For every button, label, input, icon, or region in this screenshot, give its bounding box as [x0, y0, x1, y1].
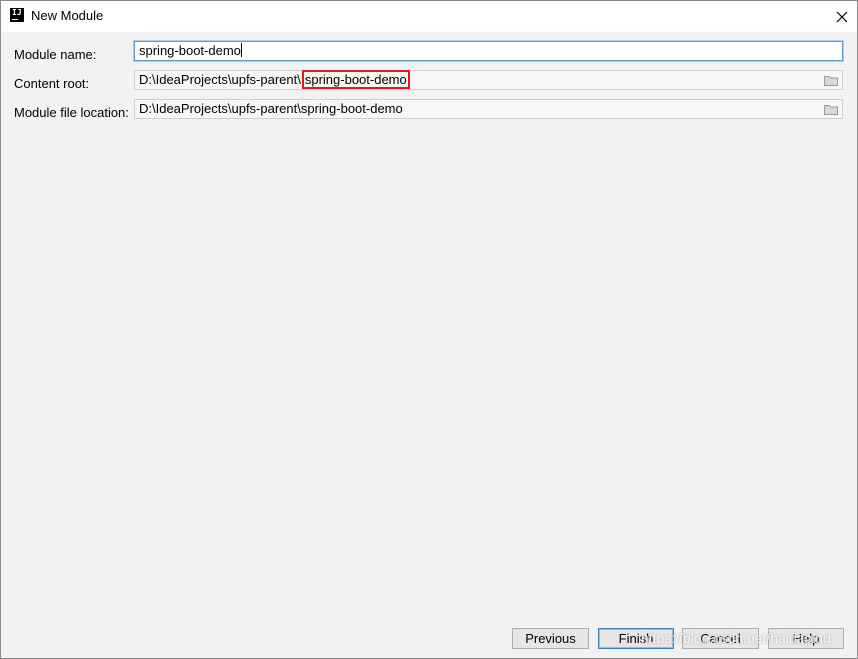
previous-button[interactable]: Previous — [512, 628, 589, 649]
close-icon — [836, 11, 848, 22]
folder-icon[interactable] — [824, 104, 838, 115]
intellij-icon: IJ — [10, 8, 24, 22]
title-bar: IJ New Module — [1, 1, 857, 32]
dialog-title: New Module — [31, 8, 104, 23]
close-button[interactable] — [827, 1, 857, 32]
module-name-label: Module name: — [14, 47, 97, 62]
content-root-label: Content root: — [14, 76, 90, 91]
cancel-button[interactable]: Cancel — [682, 628, 759, 649]
folder-icon[interactable] — [824, 75, 838, 86]
new-module-dialog: IJ New Module Module name: spring-boot-d… — [0, 0, 858, 659]
content-root-highlighted-segment: spring-boot-demo — [301, 70, 410, 89]
help-button[interactable]: Help — [768, 628, 844, 649]
finish-button[interactable]: Finish — [598, 628, 674, 649]
content-root-prefix: D:\IdeaProjects\upfs-parent\ — [139, 72, 301, 87]
content-root-field[interactable]: D:\IdeaProjects\upfs-parent\ spring-boot-… — [134, 70, 843, 90]
module-name-input[interactable]: spring-boot-demo — [134, 41, 843, 61]
module-name-value: spring-boot-demo — [139, 43, 241, 58]
module-file-location-value: D:\IdeaProjects\upfs-parent\spring-boot-… — [139, 101, 403, 116]
module-file-location-label: Module file location: — [14, 105, 129, 120]
text-caret — [240, 43, 242, 57]
module-file-location-field[interactable]: D:\IdeaProjects\upfs-parent\spring-boot-… — [134, 99, 843, 119]
